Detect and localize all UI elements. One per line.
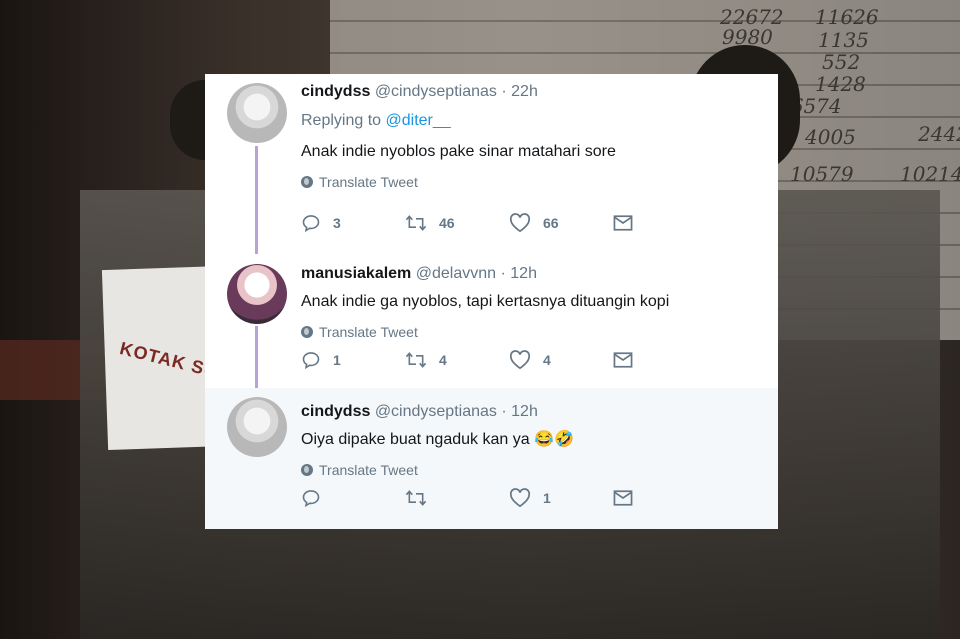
- display-name[interactable]: manusiakalem: [301, 265, 411, 282]
- user-handle[interactable]: @delavvnn: [416, 265, 496, 282]
- retweet-icon: [405, 352, 427, 368]
- separator-dot: ·: [500, 265, 506, 282]
- tweet-text: Anak indie ga nyoblos, tapi kertasnya di…: [301, 293, 670, 310]
- tweet-actions: 1: [301, 488, 633, 508]
- like-count: 4: [543, 352, 551, 368]
- tweet-text: Anak indie nyoblos pake sinar matahari s…: [301, 143, 616, 160]
- thread-connector-line: [255, 326, 258, 390]
- direct-message-button[interactable]: [613, 351, 633, 369]
- retweet-icon: [405, 490, 427, 506]
- retweet-icon: [405, 215, 427, 231]
- board-number: 4005: [805, 125, 856, 149]
- like-icon: [509, 213, 531, 233]
- replying-prefix: Replying to: [301, 112, 382, 129]
- like-button[interactable]: 66: [509, 213, 613, 233]
- like-icon: [509, 488, 531, 508]
- tweet[interactable]: cindydss @cindyseptianas · 22h Replying …: [205, 74, 778, 254]
- translate-label: Translate Tweet: [319, 462, 418, 478]
- avatar[interactable]: [227, 397, 287, 457]
- tweet[interactable]: cindydss @cindyseptianas · 12h Oiya dipa…: [205, 388, 778, 529]
- like-count: 66: [543, 215, 559, 231]
- reply-button[interactable]: 1: [301, 350, 405, 370]
- replying-to-link[interactable]: @diter__: [386, 112, 451, 129]
- replying-to: Replying to @diter__: [301, 111, 778, 131]
- direct-message-button[interactable]: [613, 214, 633, 232]
- reply-icon: [302, 215, 320, 233]
- board-number: 11626: [815, 5, 879, 29]
- board-number: 1428: [815, 72, 866, 96]
- like-icon: [509, 350, 531, 370]
- reply-button[interactable]: [301, 488, 405, 508]
- tweet-thread-card: cindydss @cindyseptianas · 22h Replying …: [205, 74, 778, 529]
- retweet-count: 46: [439, 215, 455, 231]
- tweet-text: Oiya dipake buat ngaduk kan ya 😂🤣: [301, 431, 574, 448]
- board-number: 10214: [900, 162, 960, 186]
- globe-icon: [301, 326, 313, 338]
- separator-dot: ·: [501, 83, 507, 100]
- tweet-header: manusiakalem @delavvnn · 12h: [301, 252, 778, 285]
- translate-tweet-link[interactable]: Translate Tweet: [301, 461, 778, 479]
- retweet-button[interactable]: 4: [405, 350, 509, 370]
- reply-icon: [302, 352, 320, 370]
- user-handle[interactable]: @cindyseptianas: [375, 403, 497, 420]
- translate-tweet-link[interactable]: Translate Tweet: [301, 173, 778, 191]
- tweet[interactable]: manusiakalem @delavvnn · 12h Anak indie …: [205, 252, 778, 390]
- thread-connector-line: [255, 146, 258, 254]
- avatar[interactable]: [227, 264, 287, 324]
- reply-button[interactable]: 3: [301, 213, 405, 233]
- translate-label: Translate Tweet: [319, 174, 418, 190]
- display-name[interactable]: cindydss: [301, 403, 370, 420]
- board-number: 2442: [918, 122, 960, 146]
- reply-count: 3: [333, 215, 341, 231]
- dm-icon: [613, 215, 633, 231]
- tweet-actions: 3 46 66: [301, 213, 633, 233]
- retweet-count: 4: [439, 352, 447, 368]
- board-number: 10579: [790, 162, 854, 186]
- reply-count: 1: [333, 352, 341, 368]
- translate-tweet-link[interactable]: Translate Tweet: [301, 323, 778, 341]
- globe-icon: [301, 176, 313, 188]
- dm-icon: [613, 490, 633, 506]
- timestamp[interactable]: 12h: [510, 265, 537, 282]
- retweet-button[interactable]: 46: [405, 213, 509, 233]
- tweet-header: cindydss @cindyseptianas · 22h: [301, 74, 778, 103]
- user-handle[interactable]: @cindyseptianas: [375, 83, 497, 100]
- board-number: 1135: [818, 28, 869, 52]
- tweet-header: cindydss @cindyseptianas · 12h: [301, 388, 778, 423]
- board-number: 552: [822, 50, 861, 74]
- display-name[interactable]: cindydss: [301, 83, 370, 100]
- avatar[interactable]: [227, 83, 287, 143]
- dm-icon: [613, 352, 633, 368]
- like-count: 1: [543, 490, 551, 506]
- retweet-button[interactable]: [405, 488, 509, 508]
- like-button[interactable]: 1: [509, 488, 613, 508]
- timestamp[interactable]: 22h: [511, 83, 538, 100]
- separator-dot: ·: [501, 403, 507, 420]
- reply-icon: [302, 490, 320, 508]
- tweet-actions: 1 4 4: [301, 350, 633, 370]
- like-button[interactable]: 4: [509, 350, 613, 370]
- direct-message-button[interactable]: [613, 489, 633, 507]
- timestamp[interactable]: 12h: [511, 403, 538, 420]
- translate-label: Translate Tweet: [319, 324, 418, 340]
- globe-icon: [301, 464, 313, 476]
